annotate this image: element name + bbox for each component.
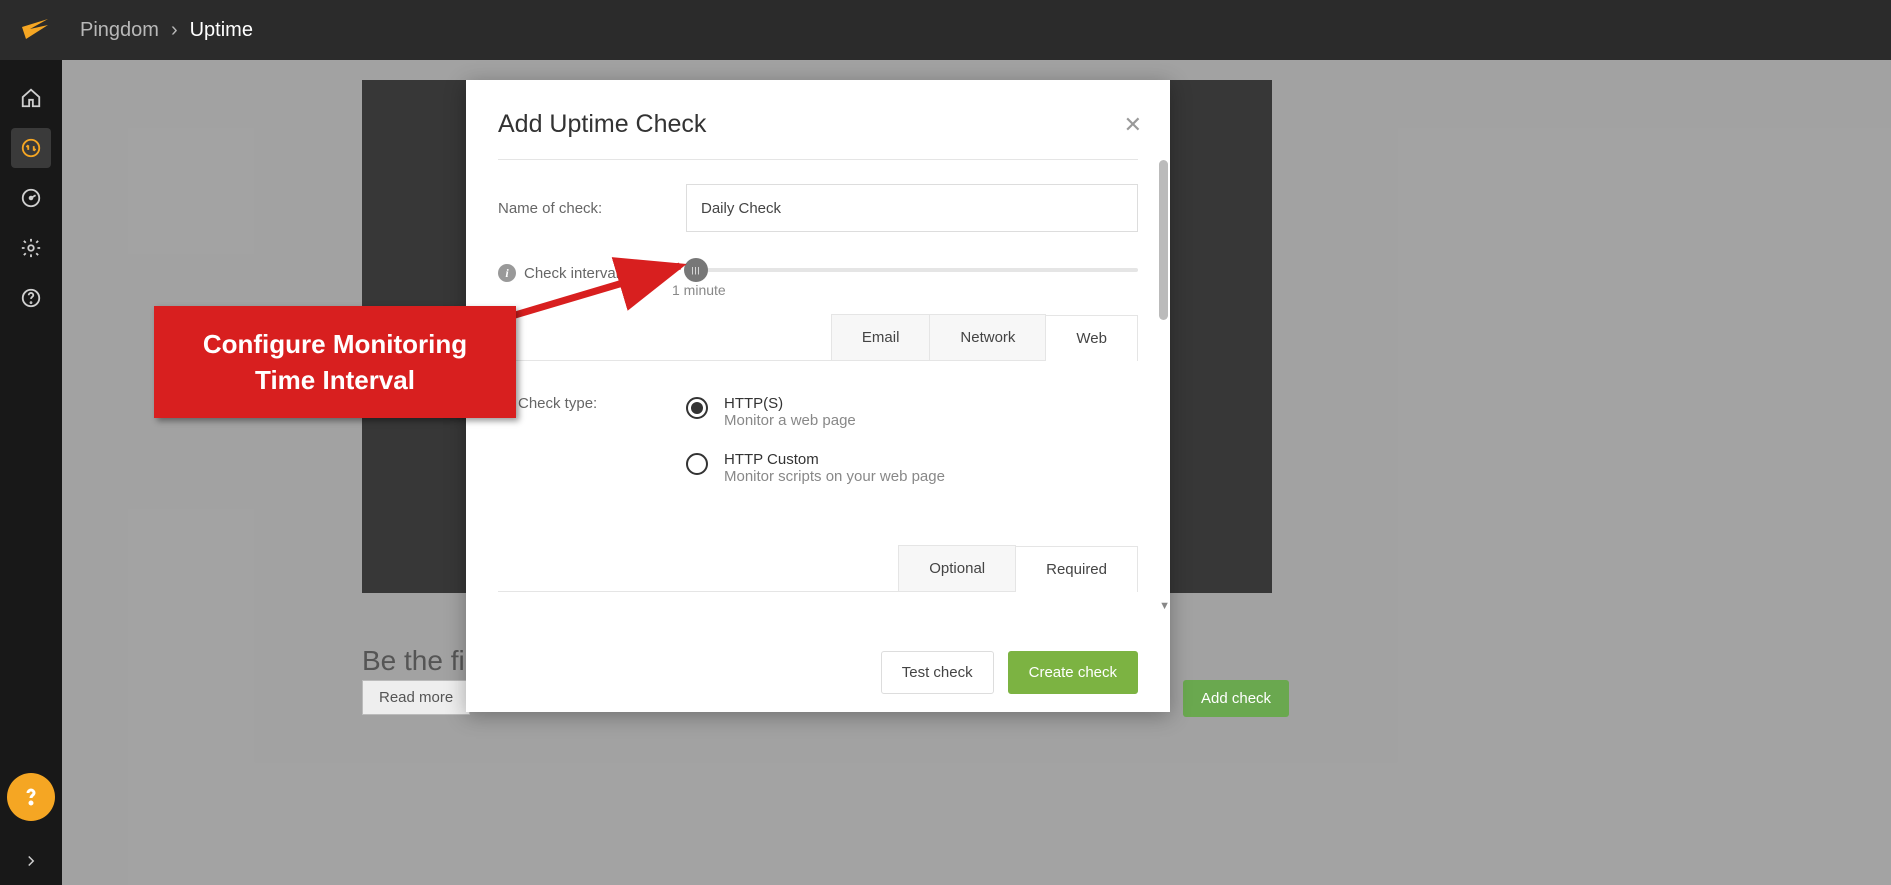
- expand-sidebar-button[interactable]: [11, 843, 51, 879]
- radio-custom-title: HTTP Custom: [724, 451, 945, 468]
- add-uptime-check-modal: Add Uptime Check ✕ Name of check: i Chec…: [466, 80, 1170, 712]
- solarwinds-logo-icon: [20, 15, 50, 45]
- radio-circle-icon: [686, 453, 708, 475]
- radio-https-title: HTTP(S): [724, 395, 856, 412]
- check-interval-label: i Check interval:: [498, 264, 686, 282]
- test-check-button[interactable]: Test check: [881, 651, 994, 694]
- interval-value: 1 minute: [672, 282, 726, 298]
- name-of-check-input[interactable]: [686, 184, 1138, 232]
- left-nav-rail: [0, 60, 62, 885]
- close-icon[interactable]: ✕: [1124, 112, 1142, 138]
- check-type-label: Check type:: [498, 395, 686, 485]
- nav-settings[interactable]: [11, 228, 51, 268]
- chevron-right-icon: ›: [171, 19, 178, 42]
- nav-pagespeed[interactable]: [11, 178, 51, 218]
- empty-state-heading: Be the fi: [362, 645, 465, 677]
- top-bar: Pingdom › Uptime: [0, 0, 1891, 60]
- callout-line2: Time Interval: [255, 365, 415, 395]
- radio-custom-sub: Monitor scripts on your web page: [724, 468, 945, 485]
- tab-network[interactable]: Network: [929, 314, 1046, 360]
- check-category-tabs: Email Network Web: [498, 314, 1138, 361]
- nav-uptime[interactable]: [11, 128, 51, 168]
- interval-slider-handle[interactable]: |||: [684, 258, 708, 282]
- create-check-button[interactable]: Create check: [1008, 651, 1138, 694]
- breadcrumb: Pingdom › Uptime: [80, 19, 253, 42]
- nav-help[interactable]: [11, 278, 51, 318]
- radio-https[interactable]: HTTP(S) Monitor a web page: [686, 395, 1138, 429]
- info-icon[interactable]: i: [498, 264, 516, 282]
- radio-http-custom[interactable]: HTTP Custom Monitor scripts on your web …: [686, 451, 1138, 485]
- breadcrumb-root[interactable]: Pingdom: [80, 19, 159, 42]
- callout-line1: Configure Monitoring: [203, 329, 467, 359]
- radio-https-sub: Monitor a web page: [724, 412, 856, 429]
- settings-tabs: Optional Required: [498, 545, 1138, 592]
- tab-optional[interactable]: Optional: [898, 545, 1016, 591]
- annotation-callout: Configure Monitoring Time Interval: [154, 306, 516, 418]
- modal-scrollbar[interactable]: [1159, 160, 1168, 320]
- add-check-button[interactable]: Add check: [1183, 680, 1289, 717]
- nav-home[interactable]: [11, 78, 51, 118]
- help-bubble-button[interactable]: [7, 773, 55, 821]
- modal-title: Add Uptime Check: [498, 110, 1138, 139]
- tab-email[interactable]: Email: [831, 314, 931, 360]
- tab-required[interactable]: Required: [1015, 546, 1138, 592]
- scroll-down-arrow-icon[interactable]: ▼: [1159, 600, 1170, 612]
- name-of-check-label: Name of check:: [498, 200, 686, 217]
- interval-slider-track[interactable]: |||: [686, 268, 1138, 272]
- tab-web[interactable]: Web: [1045, 315, 1138, 361]
- radio-circle-icon: [686, 397, 708, 419]
- read-more-button[interactable]: Read more: [362, 680, 470, 715]
- breadcrumb-current: Uptime: [190, 19, 253, 42]
